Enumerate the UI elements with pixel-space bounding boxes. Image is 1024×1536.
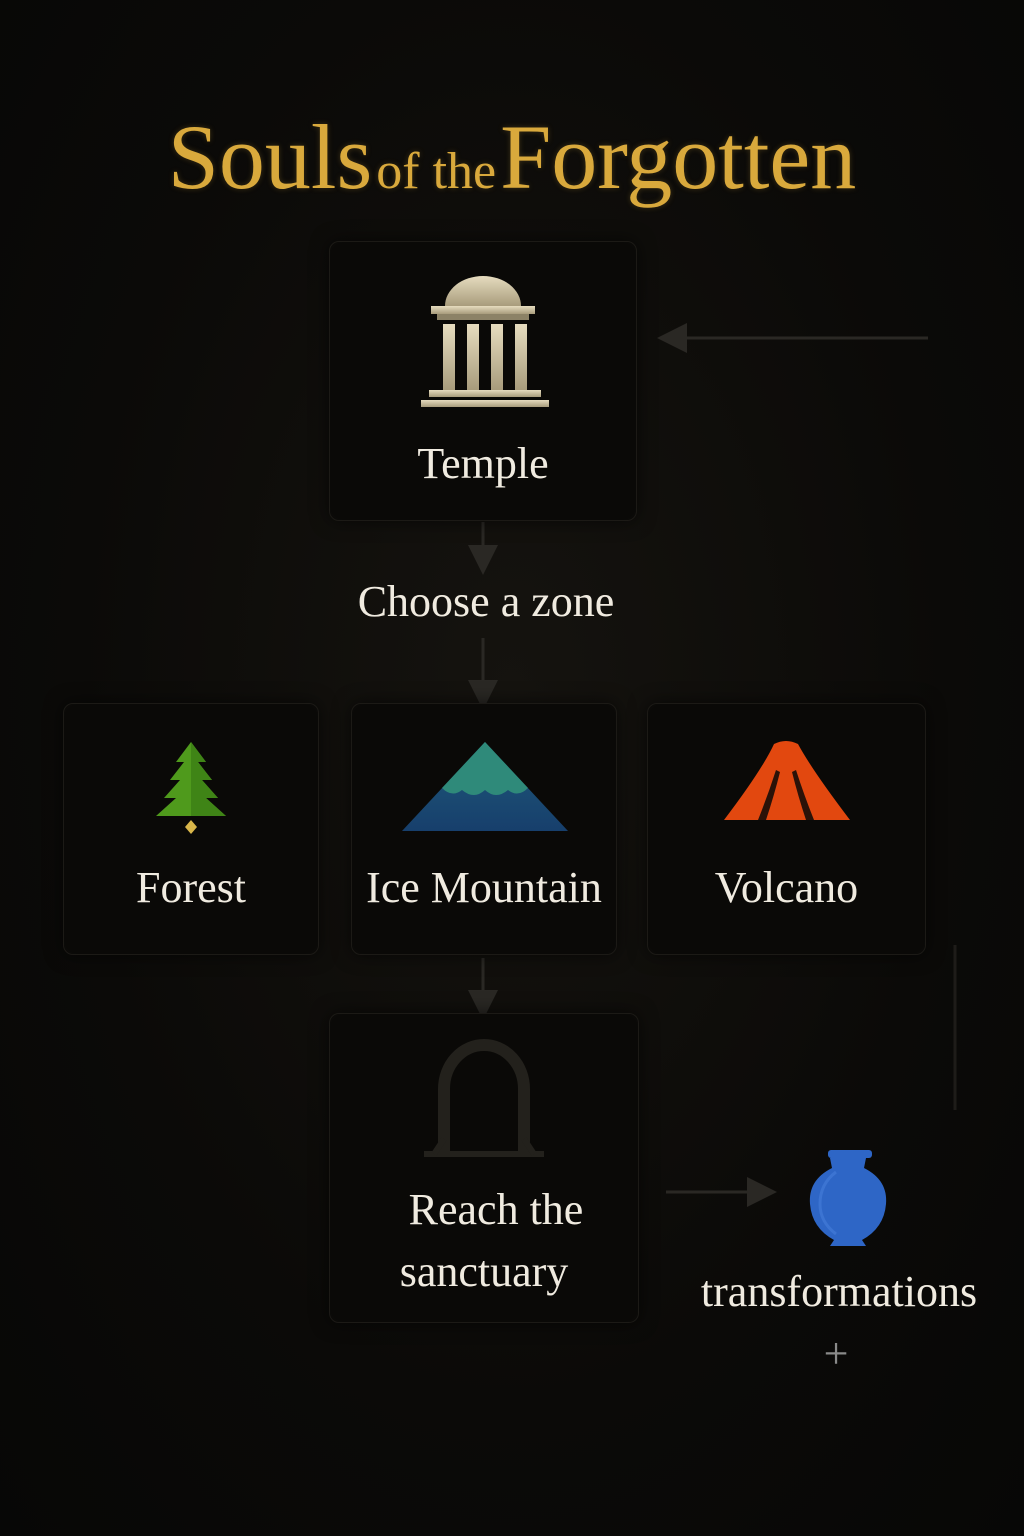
sanctuary-label-line2: sanctuary [399,1247,569,1296]
pine-tree-icon [156,742,226,834]
plus-sign[interactable]: + [806,1328,866,1379]
zone-card-volcano[interactable]: Volcano [647,703,926,955]
zone-label-volcano: Volcano [714,863,859,912]
temple-card[interactable]: Temple [329,241,637,521]
urn-icon [809,1150,887,1246]
choose-zone-label: Choose a zone [357,577,615,626]
sanctuary-label-line1: Reach the [408,1185,584,1234]
volcano-icon [724,741,850,820]
zone-label-ice-mountain: Ice Mountain [366,863,602,912]
zone-card-forest[interactable]: Forest [63,703,319,955]
transformations-label: transformations [700,1267,978,1316]
zone-label-forest: Forest [136,863,246,912]
zone-card-ice-mountain[interactable]: Ice Mountain [351,703,617,955]
arch-doorway-icon [424,1039,544,1157]
mountain-icon [402,742,568,831]
sanctuary-card[interactable]: Reach the sanctuary [329,1013,639,1323]
temple-label: Temple [417,439,549,488]
temple-icon [421,276,549,407]
